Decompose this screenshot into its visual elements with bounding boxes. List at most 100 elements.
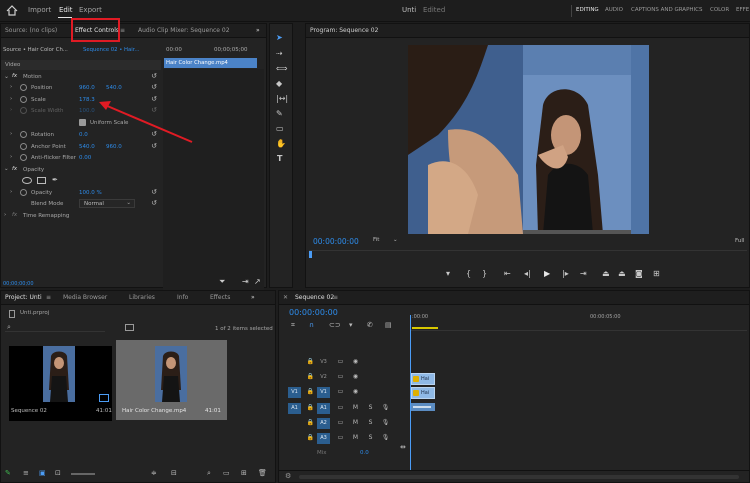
new-item-icon[interactable]: ⊞ [241, 469, 247, 477]
stopwatch-icon[interactable] [20, 189, 27, 196]
camera-icon[interactable]: ◙ [635, 269, 643, 278]
microphone-icon[interactable]: 🎙 [381, 433, 390, 442]
scroll-thumb[interactable] [299, 475, 739, 479]
pencil-icon[interactable]: ✎ [5, 469, 11, 477]
tab-libraries[interactable]: Libraries [129, 294, 155, 301]
type-tool-icon[interactable]: T [277, 155, 282, 163]
scale-value[interactable]: 178.3 [79, 97, 95, 103]
eye-icon[interactable]: ◉ [351, 357, 360, 366]
home-icon[interactable] [6, 5, 18, 16]
lock-icon[interactable]: 🔒 [306, 418, 315, 427]
menu-export[interactable]: Export [79, 6, 102, 14]
ec-timecode[interactable]: 00;00;00;00 [3, 281, 34, 287]
tab-effects[interactable]: Effects [210, 294, 230, 301]
program-timecode[interactable]: 00:00:00:00 [313, 237, 359, 246]
stopwatch-icon[interactable] [20, 84, 27, 91]
freeform-view-icon[interactable]: ⊡ [55, 469, 61, 477]
microphone-icon[interactable]: 🎙 [381, 403, 390, 412]
go-to-in-icon[interactable]: ⇤ [504, 269, 511, 278]
position-y-value[interactable]: 540.0 [106, 85, 122, 91]
workspace-color[interactable]: COLOR [710, 7, 729, 13]
button-editor-icon[interactable]: ⊞ [653, 269, 660, 278]
sync-lock-icon[interactable]: ▭ [336, 372, 345, 381]
razor-tool-icon[interactable]: ◆ [276, 80, 282, 88]
mute-button[interactable]: M [351, 433, 360, 442]
workspace-audio[interactable]: AUDIO [605, 7, 623, 13]
work-area-bar[interactable] [412, 327, 438, 329]
mute-button[interactable]: M [351, 418, 360, 427]
workspace-effects[interactable]: EFFE [736, 7, 749, 13]
ec-clip-bar[interactable]: Hair Color Change.mp4 [164, 58, 257, 68]
export-frame-icon[interactable]: ⇥ [242, 277, 249, 286]
menu-edit[interactable]: Edit [59, 6, 73, 14]
opacity-value[interactable]: 100.0 % [79, 190, 102, 196]
solo-button[interactable]: S [366, 418, 375, 427]
stopwatch-icon[interactable] [20, 131, 27, 138]
anchor-x-value[interactable]: 540.0 [79, 144, 95, 150]
mix-value[interactable]: 0.0 [360, 450, 369, 456]
in-point-icon[interactable]: { [466, 269, 471, 278]
expand-chevron-icon[interactable]: ⌄ [4, 73, 9, 80]
tab-info[interactable]: Info [177, 294, 188, 301]
menu-import[interactable]: Import [28, 6, 51, 14]
tab-source[interactable]: Source: (no clips) [5, 27, 57, 34]
clip-v2[interactable]: Hai [411, 373, 435, 385]
find-icon[interactable]: ⌕ [207, 469, 211, 478]
go-to-end-icon[interactable]: ⇹ [400, 443, 406, 451]
track-select-tool-icon[interactable]: ⇢ [276, 50, 283, 58]
position-x-value[interactable]: 960.0 [79, 85, 95, 91]
source-patch-v1[interactable]: V1 [288, 387, 301, 398]
tab-sequence[interactable]: Sequence 02 [295, 294, 334, 301]
opacity-header-row[interactable]: ⌄ fx Opacity [1, 165, 161, 175]
close-icon[interactable]: ✕ [283, 294, 288, 301]
reset-icon[interactable]: ↺ [151, 188, 157, 196]
reset-icon[interactable]: ↺ [151, 83, 157, 91]
reset-icon[interactable]: ↺ [151, 72, 157, 80]
expand-chevron-icon[interactable]: › [10, 131, 12, 137]
expand-chevron-icon[interactable]: › [10, 96, 12, 102]
fx-icon[interactable]: fx [12, 73, 17, 79]
stopwatch-icon[interactable] [20, 154, 27, 161]
new-bin-footer-icon[interactable]: ▭ [223, 469, 230, 477]
sync-lock-icon[interactable]: ▭ [336, 357, 345, 366]
track-target-v3[interactable]: V3 [317, 357, 330, 368]
reset-icon[interactable]: ↺ [151, 199, 157, 207]
lock-icon[interactable]: 🔒 [306, 433, 315, 442]
tab-menu-icon[interactable]: ≡ [333, 294, 338, 301]
clip-a1[interactable] [411, 403, 435, 411]
sort-icon[interactable]: ≑ [151, 469, 157, 477]
slip-tool-icon[interactable]: |↔| [276, 95, 288, 103]
source-patch-a1[interactable]: A1 [288, 403, 301, 414]
automate-icon[interactable]: ⊟ [171, 469, 177, 477]
uniform-scale-checkbox[interactable] [79, 119, 86, 126]
captions-icon[interactable]: ▤ [385, 321, 392, 329]
ellipse-mask-icon[interactable] [22, 177, 32, 184]
sync-lock-icon[interactable]: ▭ [336, 433, 345, 442]
track-target-a3[interactable]: A3 [317, 433, 330, 444]
track-target-a1[interactable]: A1 [317, 403, 330, 414]
rectangle-mask-icon[interactable] [37, 177, 46, 184]
tab-audio-mixer[interactable]: Audio Clip Mixer: Sequence 02 [138, 27, 230, 34]
selection-tool-icon[interactable]: ➤ [276, 34, 283, 42]
list-view-icon[interactable]: ≡ [23, 469, 29, 477]
icon-view-icon[interactable]: ▣ [39, 469, 46, 477]
fx-icon[interactable]: fx [12, 166, 17, 172]
program-playhead[interactable] [309, 251, 312, 258]
nest-icon[interactable]: ⌗ [291, 321, 295, 330]
eye-icon[interactable]: ◉ [351, 372, 360, 381]
expand-chevron-icon[interactable]: › [4, 212, 6, 218]
tabs-overflow-icon[interactable]: » [256, 27, 260, 34]
tab-media-browser[interactable]: Media Browser [63, 294, 107, 301]
sync-lock-icon[interactable]: ▭ [336, 418, 345, 427]
expand-chevron-icon[interactable]: › [10, 154, 12, 160]
timeline-timecode[interactable]: 00:00:00:00 [289, 308, 338, 317]
clip-v1[interactable]: Hai [411, 387, 435, 399]
hand-tool-icon[interactable]: ✋ [276, 140, 286, 148]
zoom-slider[interactable] [71, 473, 95, 475]
blend-mode-select[interactable]: Normal ⌄ [79, 199, 135, 208]
expand-chevron-icon[interactable]: › [10, 84, 12, 90]
microphone-icon[interactable]: 🎙 [381, 418, 390, 427]
linked-selection-icon[interactable]: ⊂⊃ [329, 321, 341, 329]
play-icon[interactable]: ▶ [544, 269, 550, 278]
program-ruler[interactable] [309, 250, 747, 258]
